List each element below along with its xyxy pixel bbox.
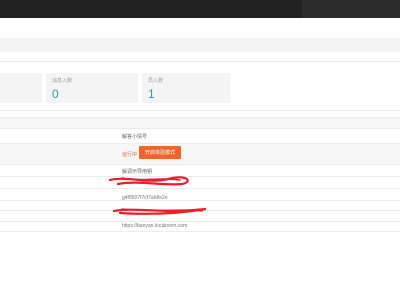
table-row	[0, 128, 400, 143]
stat-card-members: 员入数 1	[142, 73, 230, 103]
stat-card-first	[0, 73, 42, 103]
bot-name-label: 解答小情号	[122, 134, 148, 140]
stat-label: 员入数	[148, 78, 164, 84]
stat-label: 消息入数	[52, 78, 73, 84]
enable-trial-mode-button[interactable]: 开启体验模式	[139, 146, 181, 159]
redaction-scribble	[108, 176, 189, 186]
tab-strip	[0, 38, 400, 52]
stat-value: 1	[148, 87, 155, 101]
table-row	[0, 143, 400, 164]
table-row	[0, 188, 400, 200]
table-row	[0, 117, 400, 128]
table-row	[0, 221, 400, 231]
redaction-scribble	[112, 207, 207, 215]
secret-value: g4f8507f7cf7ab8e2e	[122, 195, 168, 201]
table-row	[0, 231, 400, 233]
table-row	[0, 110, 400, 117]
callback-url-value: https://banyan.localroom.com	[122, 223, 188, 229]
stat-card-messages: 消息入数 0	[46, 73, 138, 103]
status-running-text: 运行中	[122, 152, 138, 158]
stat-value: 0	[52, 87, 59, 101]
top-navigation-bar-right	[302, 0, 400, 18]
divider	[0, 61, 400, 62]
